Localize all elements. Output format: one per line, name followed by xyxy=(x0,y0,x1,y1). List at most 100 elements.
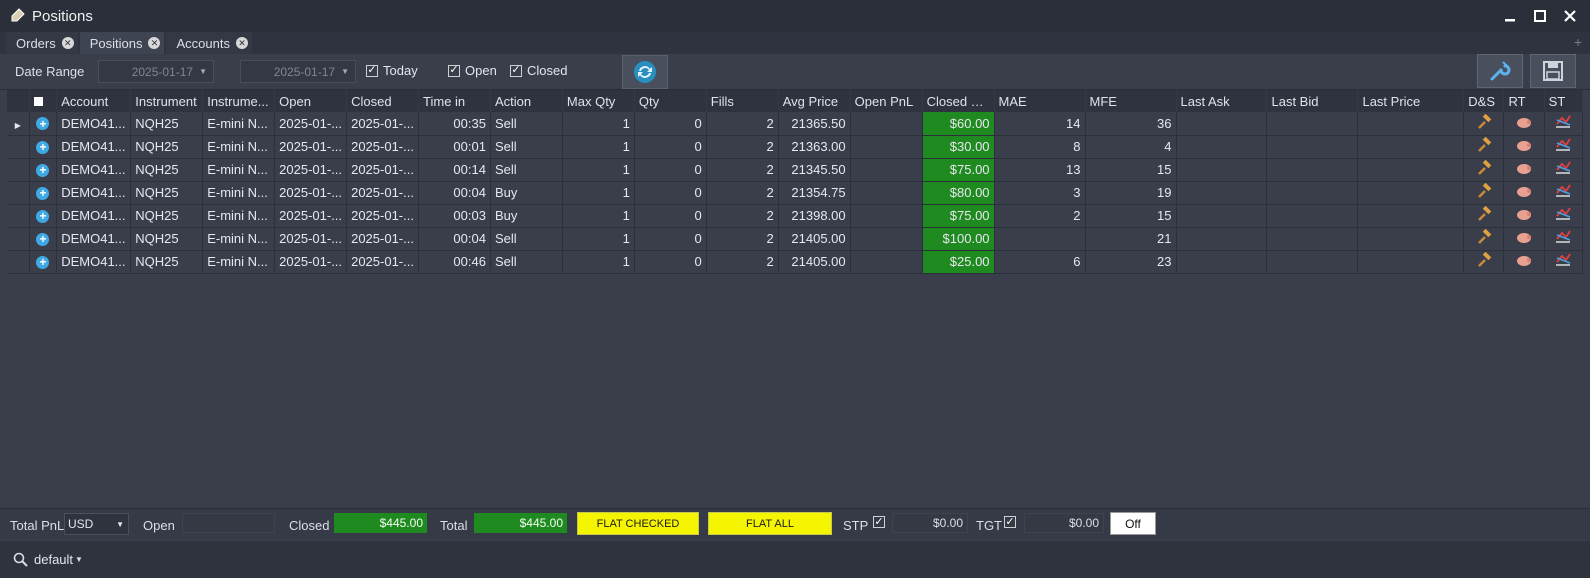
ds-cell[interactable] xyxy=(1463,227,1505,251)
expand-cell[interactable]: + xyxy=(29,204,58,228)
chart-icon[interactable] xyxy=(1554,161,1572,179)
st-cell[interactable] xyxy=(1544,204,1584,228)
ds-cell[interactable] xyxy=(1463,112,1505,136)
expand-cell[interactable]: + xyxy=(29,227,58,251)
column-header[interactable]: ST xyxy=(1544,90,1584,112)
column-header[interactable]: MFE xyxy=(1085,90,1177,112)
column-header[interactable]: Action xyxy=(490,90,563,112)
column-header[interactable]: Open PnL xyxy=(850,90,923,112)
column-header[interactable]: Open xyxy=(274,90,348,112)
select-all-header[interactable] xyxy=(29,90,58,112)
tgt-value[interactable]: $0.00 xyxy=(1024,513,1104,533)
hammer-icon[interactable] xyxy=(1476,228,1492,248)
flat-checked-button[interactable]: FLAT CHECKED xyxy=(577,512,699,535)
date-from-picker[interactable]: 2025-01-17 ▼ xyxy=(98,60,214,83)
stp-checkbox[interactable]: ✓ xyxy=(873,516,885,528)
off-button[interactable]: Off xyxy=(1110,512,1156,535)
select-all-checkbox[interactable] xyxy=(33,96,43,106)
tgt-checkbox[interactable]: ✓ xyxy=(1004,516,1016,528)
column-header[interactable]: Closed PnL xyxy=(922,90,995,112)
currency-select[interactable]: USD ▼ xyxy=(64,513,129,535)
tab-close-icon[interactable]: ✕ xyxy=(61,37,74,49)
column-header[interactable]: Account xyxy=(56,90,132,112)
column-header[interactable]: D&S xyxy=(1463,90,1505,112)
settings-button[interactable] xyxy=(1477,54,1523,88)
column-header[interactable]: Max Qty xyxy=(562,90,635,112)
piggy-icon[interactable] xyxy=(1515,141,1533,156)
table-row[interactable]: + DEMO41... NQH25 E-mini N... 2025-01-... 202… xyxy=(7,135,1584,159)
chart-icon[interactable] xyxy=(1554,184,1572,202)
column-header[interactable]: RT xyxy=(1503,90,1545,112)
stp-value[interactable]: $0.00 xyxy=(892,513,968,533)
ds-cell[interactable] xyxy=(1463,204,1505,228)
rt-cell[interactable] xyxy=(1503,227,1545,251)
chart-icon[interactable] xyxy=(1554,230,1572,248)
table-row[interactable]: + DEMO41... NQH25 E-mini N... 2025-01-... 202… xyxy=(7,227,1584,251)
today-checkbox[interactable]: ✓ Today xyxy=(366,63,418,78)
column-header[interactable]: Fills xyxy=(706,90,779,112)
open-checkbox[interactable]: ✓ Open xyxy=(448,63,497,78)
expand-cell[interactable]: + xyxy=(29,112,58,136)
chart-icon[interactable] xyxy=(1554,253,1572,271)
piggy-icon[interactable] xyxy=(1515,187,1533,202)
table-row[interactable]: + DEMO41... NQH25 E-mini N... 2025-01-... 202… xyxy=(7,181,1584,205)
st-cell[interactable] xyxy=(1544,181,1584,205)
rt-cell[interactable] xyxy=(1503,112,1545,136)
column-header[interactable]: Time in xyxy=(418,90,491,112)
table-row[interactable]: + DEMO41... NQH25 E-mini N... 2025-01-... 202… xyxy=(7,204,1584,228)
column-header[interactable]: Last Ask xyxy=(1176,90,1268,112)
tab-close-icon[interactable]: ✕ xyxy=(235,37,248,49)
st-cell[interactable] xyxy=(1544,250,1584,274)
column-header[interactable]: Instrument xyxy=(130,90,204,112)
column-header[interactable]: Last Bid xyxy=(1266,90,1359,112)
plus-icon[interactable]: + xyxy=(36,140,50,154)
hammer-icon[interactable] xyxy=(1476,251,1492,271)
minimize-button[interactable] xyxy=(1502,5,1518,27)
closed-checkbox[interactable]: ✓ Closed xyxy=(510,63,567,78)
date-to-picker[interactable]: 2025-01-17 ▼ xyxy=(240,60,356,83)
piggy-icon[interactable] xyxy=(1515,233,1533,248)
st-cell[interactable] xyxy=(1544,112,1584,136)
save-button[interactable] xyxy=(1530,54,1576,88)
refresh-button[interactable] xyxy=(622,55,668,89)
st-cell[interactable] xyxy=(1544,158,1584,182)
table-row[interactable]: ▶ + DEMO41... NQH25 E-mini N... 2025-01-... 20… xyxy=(7,112,1584,136)
ds-cell[interactable] xyxy=(1463,158,1505,182)
rt-cell[interactable] xyxy=(1503,204,1545,228)
rt-cell[interactable] xyxy=(1503,181,1545,205)
expand-cell[interactable]: + xyxy=(29,250,58,274)
chart-icon[interactable] xyxy=(1554,138,1572,156)
column-header[interactable]: Avg Price xyxy=(778,90,851,112)
hammer-icon[interactable] xyxy=(1476,205,1492,225)
hammer-icon[interactable] xyxy=(1476,182,1492,202)
add-tab-icon[interactable]: + xyxy=(1574,34,1582,50)
column-header[interactable]: Closed xyxy=(346,90,420,112)
close-button[interactable] xyxy=(1562,5,1578,27)
plus-icon[interactable]: + xyxy=(36,255,50,269)
plus-icon[interactable]: + xyxy=(36,209,50,223)
tab-positions[interactable]: Positions ✕ xyxy=(79,32,165,54)
ds-cell[interactable] xyxy=(1463,250,1505,274)
plus-icon[interactable]: + xyxy=(36,163,50,177)
plus-icon[interactable]: + xyxy=(36,232,50,246)
hammer-icon[interactable] xyxy=(1476,113,1492,133)
hammer-icon[interactable] xyxy=(1476,159,1492,179)
column-header[interactable]: Last Price xyxy=(1357,90,1465,112)
column-header[interactable]: Instrume... xyxy=(202,90,276,112)
rt-cell[interactable] xyxy=(1503,250,1545,274)
tab-accounts[interactable]: Accounts ✕ xyxy=(166,32,252,54)
table-row[interactable]: + DEMO41... NQH25 E-mini N... 2025-01-... 202… xyxy=(7,158,1584,182)
table-row[interactable]: + DEMO41... NQH25 E-mini N... 2025-01-... 202… xyxy=(7,250,1584,274)
hammer-icon[interactable] xyxy=(1476,136,1492,156)
expand-cell[interactable]: + xyxy=(29,181,58,205)
rt-cell[interactable] xyxy=(1503,135,1545,159)
plus-icon[interactable]: + xyxy=(36,117,50,131)
chart-icon[interactable] xyxy=(1554,207,1572,225)
chevron-down-icon[interactable]: ▼ xyxy=(75,555,83,564)
st-cell[interactable] xyxy=(1544,135,1584,159)
maximize-button[interactable] xyxy=(1532,5,1548,27)
st-cell[interactable] xyxy=(1544,227,1584,251)
tab-orders[interactable]: Orders ✕ xyxy=(6,32,78,54)
piggy-icon[interactable] xyxy=(1515,164,1533,179)
piggy-icon[interactable] xyxy=(1515,117,1533,133)
